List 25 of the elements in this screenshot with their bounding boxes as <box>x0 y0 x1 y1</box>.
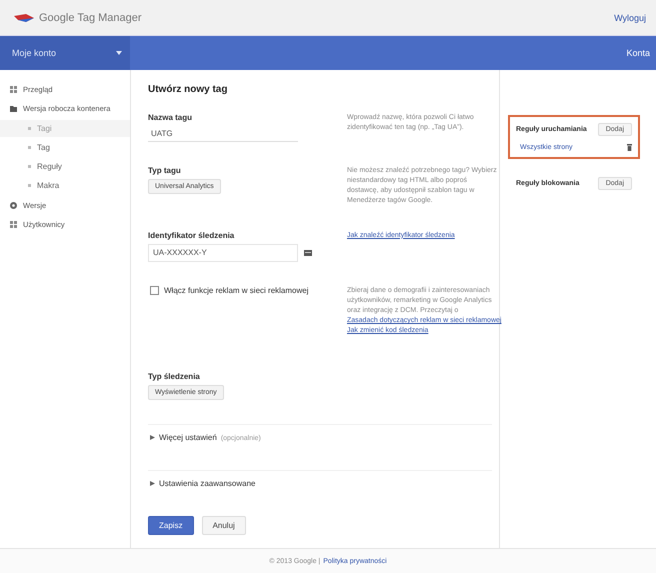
grid-icon <box>10 221 17 228</box>
expand-arrow-icon <box>150 435 155 440</box>
cancel-button[interactable]: Anuluj <box>202 516 246 536</box>
field-label: Identyfikator śledzenia <box>148 230 236 240</box>
field-label: Typ śledzenia <box>148 372 201 382</box>
sidebar-subitem[interactable]: Reguły <box>0 158 130 175</box>
save-button[interactable]: Zapisz <box>148 516 194 536</box>
sign-out-link[interactable]: Wyloguj <box>614 12 646 22</box>
checkbox-option[interactable]: Włącz funkcje reklam w sieci reklamowej <box>148 286 338 295</box>
field-label: Nazwa tagu <box>148 113 194 122</box>
folder-icon <box>10 105 17 112</box>
grid-icon <box>10 86 17 93</box>
caret-icon <box>116 51 122 55</box>
page-title: Utwórz nowy tag <box>148 84 228 95</box>
trash-icon <box>627 144 632 151</box>
field-label: Typ tagu <box>148 166 182 175</box>
account-dropdown[interactable]: Moje konto <box>0 36 130 70</box>
collapsible-section[interactable]: Ustawienia zaawansowane <box>148 470 492 496</box>
expand-arrow-icon <box>150 481 155 486</box>
app-logo-text: Google Tag Manager <box>39 12 142 24</box>
sidebar-subitem[interactable]: Makra <box>0 177 130 194</box>
accounts-link[interactable]: Konta <box>626 48 650 58</box>
sidebar-subitem[interactable]: Tag <box>0 139 130 156</box>
input-field[interactable]: UA-XXXXXX-Y <box>148 244 298 262</box>
tag-logo-icon <box>14 12 34 24</box>
